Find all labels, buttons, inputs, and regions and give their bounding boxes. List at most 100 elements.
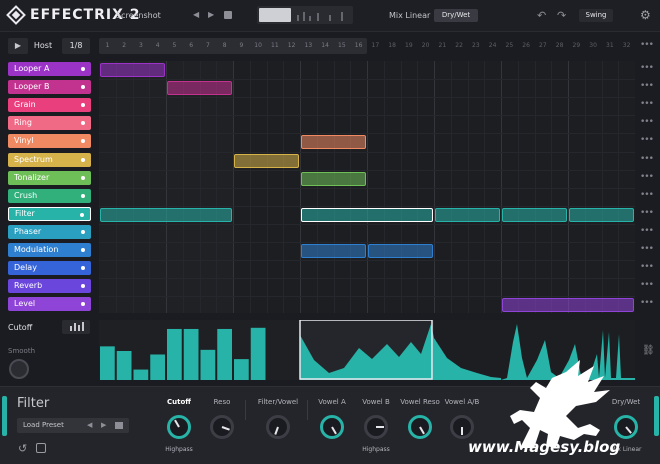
row-menu-icon[interactable]: ••• — [640, 298, 654, 308]
gear-icon[interactable]: ⚙ — [640, 8, 651, 22]
link-icon[interactable]: ⛓ — [642, 345, 655, 356]
knob-filter-vowel[interactable] — [266, 415, 290, 439]
effect-enabled-dot[interactable] — [81, 103, 85, 108]
row-menu-icon[interactable]: ••• — [640, 226, 654, 236]
host-sync-button[interactable]: Host — [30, 38, 56, 54]
knob-vowel-a-b[interactable] — [450, 415, 474, 439]
save-icon[interactable] — [115, 422, 123, 429]
lane-step-bar[interactable] — [234, 359, 249, 380]
prev-arrow-icon[interactable]: ◀ — [87, 418, 92, 433]
effect-button-delay[interactable]: Delay — [8, 261, 91, 276]
effect-button-spectrum[interactable]: Spectrum — [8, 152, 91, 167]
knob-cutoff[interactable] — [167, 415, 191, 439]
row-menu-icon[interactable]: ••• — [640, 262, 654, 272]
effect-enabled-dot[interactable] — [81, 157, 85, 162]
effect-enabled-dot[interactable] — [81, 284, 85, 289]
row-menu-icon[interactable]: ••• — [640, 172, 654, 182]
row-menu-icon[interactable]: ••• — [640, 154, 654, 164]
drywet-button[interactable]: Dry/Wet — [434, 9, 478, 22]
row-menu-icon[interactable]: ••• — [640, 135, 654, 145]
load-preset-dropdown[interactable]: Load Preset ◀ ▶ — [17, 418, 129, 433]
row-menu-icon[interactable]: ••• — [640, 280, 654, 290]
lane-step-bar[interactable] — [150, 354, 165, 380]
sequence-block[interactable] — [300, 135, 366, 150]
sequence-block[interactable] — [99, 63, 165, 77]
sequence-block[interactable] — [367, 244, 433, 258]
lane-step-bar[interactable] — [250, 327, 266, 380]
effect-button-looper-a[interactable]: Looper A — [8, 62, 91, 76]
effect-enabled-dot[interactable] — [81, 121, 85, 126]
step-ruler[interactable]: 1 2 3 4 5 6 7 8 9 10 11 12 13 14 15 16 17 18 19 20 21 22 23 24 2… — [99, 38, 635, 54]
sequence-block[interactable] — [300, 171, 366, 186]
randomize-icon[interactable] — [36, 443, 46, 453]
effect-button-reverb[interactable]: Reverb — [8, 279, 91, 294]
row-menu-icon[interactable]: ••• — [640, 81, 654, 91]
knob-vowel-a[interactable] — [320, 415, 344, 439]
effect-button-tonalizer[interactable]: Tonalizer — [8, 170, 91, 185]
effect-enabled-dot[interactable] — [80, 212, 84, 217]
effect-button-level[interactable]: Level — [8, 297, 91, 312]
more-icon[interactable]: ••• — [640, 40, 654, 50]
effect-enabled-dot[interactable] — [81, 139, 85, 144]
sequence-block[interactable] — [434, 207, 500, 222]
sequence-block[interactable] — [300, 207, 433, 222]
lane-step-bar[interactable] — [167, 328, 182, 380]
preset-name[interactable]: Screenshot — [116, 11, 161, 20]
mix-mode-label[interactable]: Mix Linear — [389, 11, 430, 20]
pattern-overview[interactable] — [257, 6, 353, 24]
knob-reso[interactable] — [210, 415, 234, 439]
lane-step-bar[interactable] — [100, 346, 115, 380]
swing-button[interactable]: Swing — [579, 9, 613, 22]
sequence-block[interactable] — [300, 244, 366, 258]
sequence-block[interactable] — [166, 81, 232, 96]
lane-mode-icon[interactable] — [62, 320, 90, 334]
row-menu-icon[interactable]: ••• — [640, 244, 654, 254]
prev-arrow-icon[interactable]: ◀ — [193, 10, 199, 19]
effect-enabled-dot[interactable] — [81, 85, 85, 90]
lane-step-bar[interactable] — [183, 328, 199, 380]
lane-step-bar[interactable] — [116, 351, 132, 380]
effect-enabled-dot[interactable] — [81, 67, 85, 71]
smooth-knob[interactable] — [9, 359, 29, 379]
next-arrow-icon[interactable]: ▶ — [101, 418, 106, 433]
sequence-block[interactable] — [233, 153, 299, 168]
sequencer-grid[interactable] — [99, 61, 635, 313]
next-arrow-icon[interactable]: ▶ — [208, 10, 214, 19]
play-icon[interactable]: ▶ — [8, 38, 28, 54]
effect-button-phaser[interactable]: Phaser — [8, 224, 91, 239]
save-icon[interactable] — [224, 11, 232, 19]
redo-icon[interactable]: ↷ — [557, 9, 566, 22]
rate-selector[interactable]: 1/8 — [62, 38, 90, 54]
effect-button-ring[interactable]: Ring — [8, 116, 91, 131]
row-menu-icon[interactable]: ••• — [640, 99, 654, 109]
knob-vowel-reso[interactable] — [408, 415, 432, 439]
lane-step-bar[interactable] — [200, 349, 216, 380]
effect-enabled-dot[interactable] — [81, 248, 85, 252]
sequence-block[interactable] — [99, 207, 232, 222]
sequence-block[interactable] — [568, 207, 634, 222]
lane-step-bar[interactable] — [133, 369, 149, 380]
knob-vowel-b[interactable] — [364, 415, 388, 439]
effect-button-grain[interactable]: Grain — [8, 98, 91, 113]
row-menu-icon[interactable]: ••• — [640, 63, 654, 73]
step-number: 25 — [505, 42, 514, 49]
lane-step-bar[interactable] — [217, 328, 232, 380]
effect-button-vinyl[interactable]: Vinyl — [8, 134, 91, 149]
effect-button-looper-b[interactable]: Looper B — [8, 80, 91, 95]
sequence-block[interactable] — [501, 207, 567, 222]
reset-icon[interactable]: ↺ — [18, 442, 27, 455]
row-menu-icon[interactable]: ••• — [640, 190, 654, 200]
row-menu-icon[interactable]: ••• — [640, 208, 654, 218]
effect-enabled-dot[interactable] — [81, 175, 85, 180]
sequence-block[interactable] — [501, 298, 634, 313]
effect-button-crush[interactable]: Crush — [8, 188, 91, 203]
effect-enabled-dot[interactable] — [81, 302, 85, 307]
effect-enabled-dot[interactable] — [81, 193, 85, 198]
undo-icon[interactable]: ↶ — [537, 9, 546, 22]
effect-button-modulation[interactable]: Modulation — [8, 243, 91, 257]
row-menu-icon[interactable]: ••• — [640, 117, 654, 127]
effect-button-filter[interactable]: Filter — [8, 206, 91, 221]
overview-thumb[interactable] — [259, 8, 291, 22]
effect-enabled-dot[interactable] — [81, 266, 85, 271]
effect-enabled-dot[interactable] — [81, 229, 85, 234]
